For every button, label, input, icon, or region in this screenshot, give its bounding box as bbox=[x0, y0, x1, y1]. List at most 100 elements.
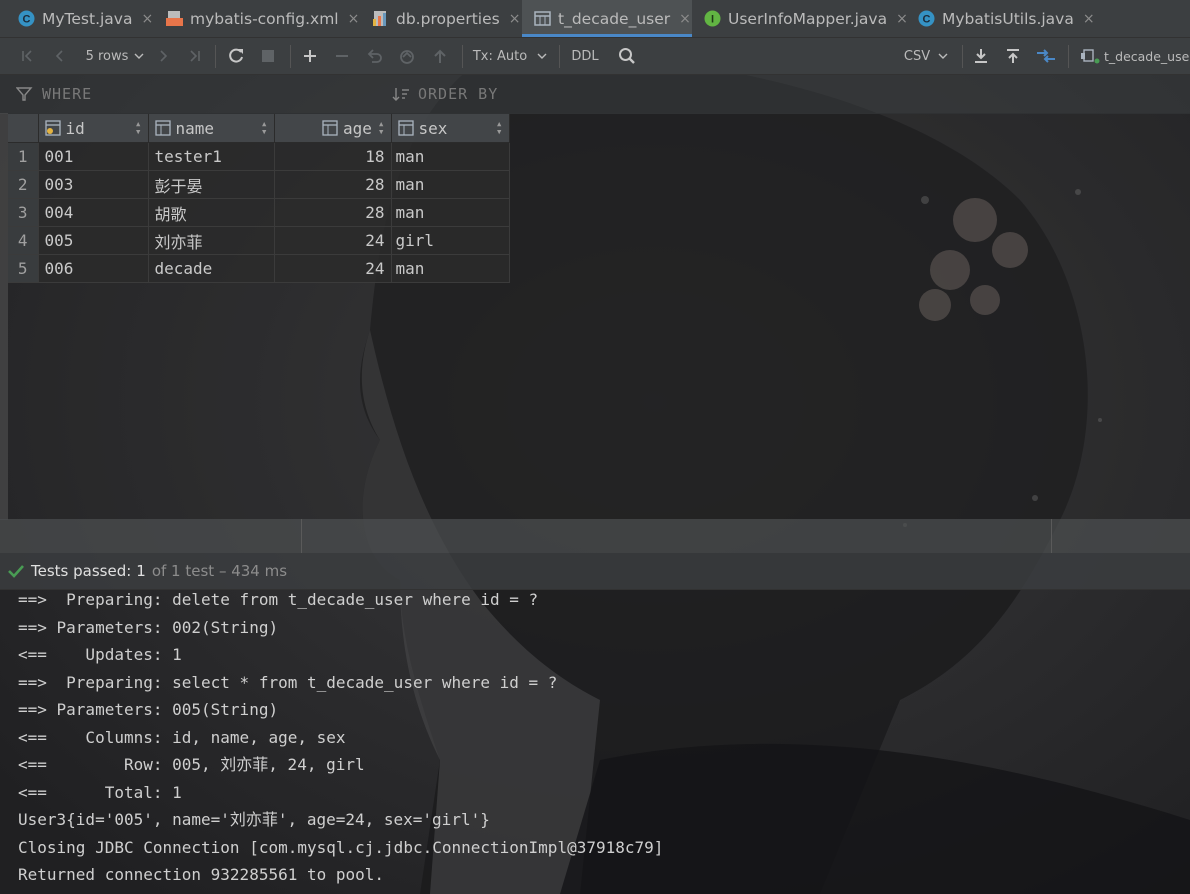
delete-row-icon[interactable] bbox=[328, 38, 356, 74]
column-header-sex[interactable]: sex ▴ ▾ bbox=[391, 114, 510, 143]
toolbar-separator bbox=[1068, 45, 1069, 68]
column-header-name[interactable]: name ▴ ▾ bbox=[148, 114, 275, 143]
toolbar-separator bbox=[290, 45, 291, 68]
cell-id[interactable]: 006 bbox=[38, 254, 149, 283]
splitter-divider bbox=[301, 519, 302, 553]
console-line: Closing JDBC Connection [com.mysql.cj.jd… bbox=[18, 838, 664, 857]
table-row[interactable]: 1 001 tester1 18 man bbox=[8, 142, 510, 171]
interface-i-icon: I bbox=[704, 10, 721, 27]
compare-icon[interactable] bbox=[1032, 38, 1060, 74]
search-icon[interactable] bbox=[612, 38, 642, 74]
column-icon bbox=[322, 120, 338, 136]
toolbar-separator bbox=[962, 45, 963, 68]
tests-passed-count: 1 bbox=[136, 562, 146, 580]
console-line: <== Updates: 1 bbox=[18, 645, 182, 664]
tab-userinfomapper-java[interactable]: I UserInfoMapper.java × bbox=[692, 0, 908, 37]
column-header-age[interactable]: age ▴ ▾ bbox=[274, 114, 392, 143]
cell-name[interactable]: decade bbox=[148, 254, 275, 283]
submit-preview-icon[interactable] bbox=[393, 38, 421, 74]
grid-header-row: id ▴ ▾ name ▴ ▾ age ▴ ▾ sex ▴ ▾ bbox=[8, 114, 510, 143]
filter-bar: WHERE ORDER BY bbox=[0, 75, 1190, 114]
cell-sex[interactable]: man bbox=[391, 142, 510, 171]
sort-toggle-icon[interactable]: ▴ ▾ bbox=[378, 118, 385, 137]
cell-age[interactable]: 24 bbox=[274, 226, 392, 255]
cell-age[interactable]: 28 bbox=[274, 198, 392, 227]
console-line: ==> Preparing: select * from t_decade_us… bbox=[18, 673, 558, 692]
export-format-label: CSV bbox=[903, 48, 931, 64]
tab-mybatis-config-xml[interactable]: mybatis-config.xml × bbox=[156, 0, 362, 37]
panel-splitter[interactable] bbox=[0, 519, 1190, 553]
tab-t-decade-user[interactable]: t_decade_user × bbox=[522, 0, 692, 37]
previous-page-icon[interactable] bbox=[46, 38, 74, 74]
tab-mytest-java[interactable]: C MyTest.java × bbox=[0, 0, 156, 37]
rows-dropdown[interactable]: 5 rows bbox=[80, 38, 150, 74]
close-icon[interactable]: × bbox=[509, 11, 521, 27]
cell-id[interactable]: 004 bbox=[38, 198, 149, 227]
cell-age[interactable]: 28 bbox=[274, 170, 392, 199]
svg-text:C: C bbox=[923, 14, 931, 26]
properties-file-icon bbox=[372, 10, 389, 27]
first-page-icon[interactable] bbox=[14, 38, 42, 74]
order-by-filter[interactable]: ORDER BY bbox=[392, 75, 498, 113]
sort-toggle-icon[interactable]: ▴ ▾ bbox=[135, 118, 142, 137]
close-icon[interactable]: × bbox=[348, 11, 360, 27]
upload-icon[interactable] bbox=[1000, 38, 1026, 74]
sort-toggle-icon[interactable]: ▴ ▾ bbox=[261, 118, 268, 137]
ddl-button[interactable]: DDL bbox=[566, 38, 604, 74]
table-connection-icon bbox=[1080, 48, 1100, 64]
cell-id[interactable]: 003 bbox=[38, 170, 149, 199]
where-filter[interactable]: WHERE bbox=[16, 75, 92, 113]
tab-mybatisutils-java[interactable]: C MybatisUtils.java × bbox=[906, 0, 1095, 37]
close-icon[interactable]: × bbox=[679, 11, 691, 27]
table-row[interactable]: 5 006 decade 24 man bbox=[8, 254, 510, 283]
tab-label: mybatis-config.xml bbox=[190, 9, 339, 28]
revert-icon[interactable] bbox=[361, 38, 389, 74]
cell-sex[interactable]: girl bbox=[391, 226, 510, 255]
tab-label: MyTest.java bbox=[42, 9, 133, 28]
column-label: sex bbox=[418, 118, 448, 138]
column-header-id[interactable]: id ▴ ▾ bbox=[38, 114, 149, 143]
close-icon[interactable]: × bbox=[141, 11, 153, 27]
cell-name[interactable]: 彭于晏 bbox=[148, 170, 275, 199]
cell-id[interactable]: 005 bbox=[38, 226, 149, 255]
table-row[interactable]: 2 003 彭于晏 28 man bbox=[8, 170, 510, 199]
xml-file-icon bbox=[166, 10, 183, 27]
cell-id[interactable]: 001 bbox=[38, 142, 149, 171]
cell-name[interactable]: tester1 bbox=[148, 142, 275, 171]
download-icon[interactable] bbox=[968, 38, 994, 74]
cell-name[interactable]: 胡歌 bbox=[148, 198, 275, 227]
column-icon bbox=[154, 120, 171, 136]
svg-text:I: I bbox=[711, 14, 714, 26]
row-number: 2 bbox=[8, 170, 39, 199]
stop-icon[interactable] bbox=[254, 38, 282, 74]
export-format-dropdown[interactable]: CSV bbox=[898, 38, 954, 74]
cell-sex[interactable]: man bbox=[391, 254, 510, 283]
toolbar-separator bbox=[559, 45, 560, 68]
check-icon bbox=[8, 564, 24, 578]
submit-icon[interactable] bbox=[426, 38, 454, 74]
tab-label: t_decade_user bbox=[558, 9, 671, 28]
add-row-icon[interactable] bbox=[296, 38, 324, 74]
table-row[interactable]: 3 004 胡歌 28 man bbox=[8, 198, 510, 227]
next-page-icon[interactable] bbox=[150, 38, 176, 74]
transaction-mode-dropdown[interactable]: Tx: Auto bbox=[470, 38, 550, 74]
toolbar-separator bbox=[215, 45, 216, 68]
close-icon[interactable]: × bbox=[1083, 11, 1095, 27]
test-status-bar: Tests passed: 1 of 1 test – 434 ms bbox=[0, 553, 1190, 590]
sort-toggle-icon[interactable]: ▴ ▾ bbox=[496, 118, 503, 137]
console-line: ==> Preparing: delete from t_decade_user… bbox=[18, 590, 539, 609]
table-row[interactable]: 4 005 刘亦菲 24 girl bbox=[8, 226, 510, 255]
console-line: <== Total: 1 bbox=[18, 783, 182, 802]
sort-order-icon bbox=[392, 86, 410, 102]
console-line: User3{id='005', name='刘亦菲', age=24, sex=… bbox=[18, 810, 490, 829]
cell-sex[interactable]: man bbox=[391, 198, 510, 227]
last-page-icon[interactable] bbox=[180, 38, 208, 74]
cell-sex[interactable]: man bbox=[391, 170, 510, 199]
column-label: age bbox=[342, 118, 372, 138]
cell-age[interactable]: 18 bbox=[274, 142, 392, 171]
refresh-icon[interactable] bbox=[222, 38, 250, 74]
data-source-selector[interactable]: t_decade_user bbox=[1080, 38, 1190, 74]
cell-age[interactable]: 24 bbox=[274, 254, 392, 283]
tab-db-properties[interactable]: db.properties × bbox=[362, 0, 522, 37]
cell-name[interactable]: 刘亦菲 bbox=[148, 226, 275, 255]
